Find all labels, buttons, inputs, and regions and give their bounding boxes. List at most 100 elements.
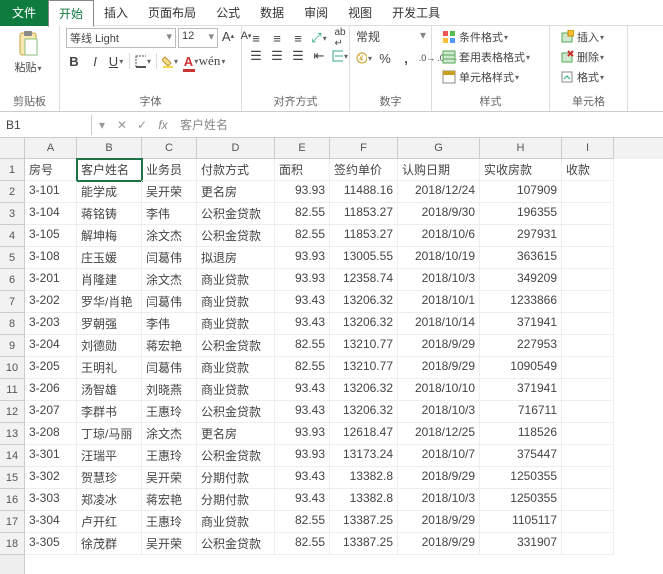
col-header-E[interactable]: E (275, 138, 330, 159)
number-format-select[interactable]: 常规 ▾ (356, 28, 426, 45)
cell[interactable]: 13206.32 (330, 379, 398, 401)
name-box[interactable]: B1 (0, 115, 92, 135)
cell[interactable]: 375447 (480, 445, 562, 467)
cell[interactable]: 196355 (480, 203, 562, 225)
tab-开始[interactable]: 开始 (48, 0, 94, 27)
cell[interactable]: 3-202 (25, 291, 77, 313)
cell[interactable]: 93.93 (275, 269, 330, 291)
cell[interactable] (562, 489, 614, 511)
cell[interactable]: 3-205 (25, 357, 77, 379)
cell[interactable]: 李伟 (142, 313, 197, 335)
cell[interactable]: 罗华/肖艳 (77, 291, 142, 313)
cell[interactable]: 82.55 (275, 533, 330, 555)
row-header[interactable]: 14 (0, 445, 24, 467)
tab-页面布局[interactable]: 页面布局 (138, 0, 206, 26)
cell[interactable]: 徐茂群 (77, 533, 142, 555)
cell[interactable]: 涂文杰 (142, 225, 197, 247)
percent-icon[interactable]: % (377, 50, 393, 66)
cell[interactable]: 分期付款 (197, 467, 275, 489)
cell[interactable]: 1250355 (480, 467, 562, 489)
cell[interactable]: 2018/9/29 (398, 533, 480, 555)
cell[interactable]: 吴开荣 (142, 181, 197, 203)
row-header[interactable]: 13 (0, 423, 24, 445)
increase-font-icon[interactable]: A▴ (220, 28, 236, 44)
format-button[interactable]: 格式 (556, 68, 608, 86)
cell[interactable]: 王明礼 (77, 357, 142, 379)
cell[interactable]: 闫葛伟 (142, 291, 197, 313)
merge-icon[interactable] (332, 48, 348, 64)
row-header[interactable]: 4 (0, 225, 24, 247)
cell[interactable]: 11853.27 (330, 203, 398, 225)
cell[interactable]: 363615 (480, 247, 562, 269)
align-top-icon[interactable]: ≡ (248, 30, 264, 46)
cell[interactable]: 13387.25 (330, 511, 398, 533)
cell[interactable]: 客户姓名 (77, 159, 142, 181)
cell[interactable]: 82.55 (275, 203, 330, 225)
cell[interactable]: 公积金贷款 (197, 225, 275, 247)
cell[interactable]: 2018/10/3 (398, 269, 480, 291)
row-header[interactable]: 18 (0, 533, 24, 555)
row-header[interactable]: 1 (0, 159, 24, 181)
cell[interactable]: 371941 (480, 313, 562, 335)
row-header[interactable]: 6 (0, 269, 24, 291)
cell[interactable] (562, 401, 614, 423)
cell[interactable]: 82.55 (275, 357, 330, 379)
cell[interactable]: 1090549 (480, 357, 562, 379)
cell[interactable]: 2018/10/3 (398, 401, 480, 423)
cell[interactable]: 93.43 (275, 291, 330, 313)
cell[interactable] (562, 335, 614, 357)
paste-button[interactable]: 粘贴 (6, 28, 50, 75)
tab-审阅[interactable]: 审阅 (294, 0, 338, 26)
cell[interactable]: 贺慧珍 (77, 467, 142, 489)
cell[interactable]: 93.43 (275, 401, 330, 423)
cell[interactable]: 涂文杰 (142, 269, 197, 291)
cell[interactable]: 118526 (480, 423, 562, 445)
col-header-B[interactable]: B (77, 138, 142, 159)
cell[interactable]: 13210.77 (330, 335, 398, 357)
orientation-icon[interactable]: ⤢ (311, 30, 327, 46)
font-name-select[interactable]: 等线 Light ▾ (66, 28, 176, 48)
cell[interactable]: 商业贷款 (197, 269, 275, 291)
wrap-text-icon[interactable]: ab↵ (332, 30, 348, 46)
tab-视图[interactable]: 视图 (338, 0, 382, 26)
cell[interactable]: 11488.16 (330, 181, 398, 203)
cell[interactable]: 2018/10/14 (398, 313, 480, 335)
cell[interactable]: 1105117 (480, 511, 562, 533)
cell[interactable]: 庄玉媛 (77, 247, 142, 269)
cell[interactable]: 王惠玲 (142, 511, 197, 533)
cell[interactable]: 2018/12/24 (398, 181, 480, 203)
cell[interactable]: 商业贷款 (197, 357, 275, 379)
cell[interactable]: 面积 (275, 159, 330, 181)
cell[interactable]: 蒋宏艳 (142, 489, 197, 511)
row-header[interactable]: 7 (0, 291, 24, 313)
cell[interactable]: 3-208 (25, 423, 77, 445)
cell[interactable]: 82.55 (275, 511, 330, 533)
cell[interactable] (562, 225, 614, 247)
cell[interactable]: 2018/9/29 (398, 357, 480, 379)
cell[interactable]: 收款 (562, 159, 614, 181)
cell[interactable]: 331907 (480, 533, 562, 555)
cancel-icon[interactable]: ✕ (112, 118, 132, 132)
cell[interactable]: 涂文杰 (142, 423, 197, 445)
cell[interactable] (562, 533, 614, 555)
col-header-H[interactable]: H (480, 138, 562, 159)
phonetic-icon[interactable]: wén (204, 53, 220, 69)
col-header-G[interactable]: G (398, 138, 480, 159)
cell[interactable]: 82.55 (275, 225, 330, 247)
cell[interactable]: 2018/10/19 (398, 247, 480, 269)
cell[interactable]: 13210.77 (330, 357, 398, 379)
cell[interactable] (562, 313, 614, 335)
cell[interactable]: 2018/9/30 (398, 203, 480, 225)
cell[interactable]: 公积金贷款 (197, 203, 275, 225)
cell[interactable]: 3-304 (25, 511, 77, 533)
font-size-select[interactable]: 12 ▾ (178, 28, 218, 48)
cell[interactable] (562, 511, 614, 533)
cell[interactable]: 93.43 (275, 379, 330, 401)
select-all-corner[interactable] (0, 138, 24, 159)
font-color-icon[interactable]: A (183, 53, 199, 69)
align-middle-icon[interactable]: ≡ (269, 30, 285, 46)
cell[interactable]: 更名房 (197, 181, 275, 203)
cell[interactable]: 公积金贷款 (197, 401, 275, 423)
cell[interactable]: 716711 (480, 401, 562, 423)
cell[interactable]: 13206.32 (330, 291, 398, 313)
